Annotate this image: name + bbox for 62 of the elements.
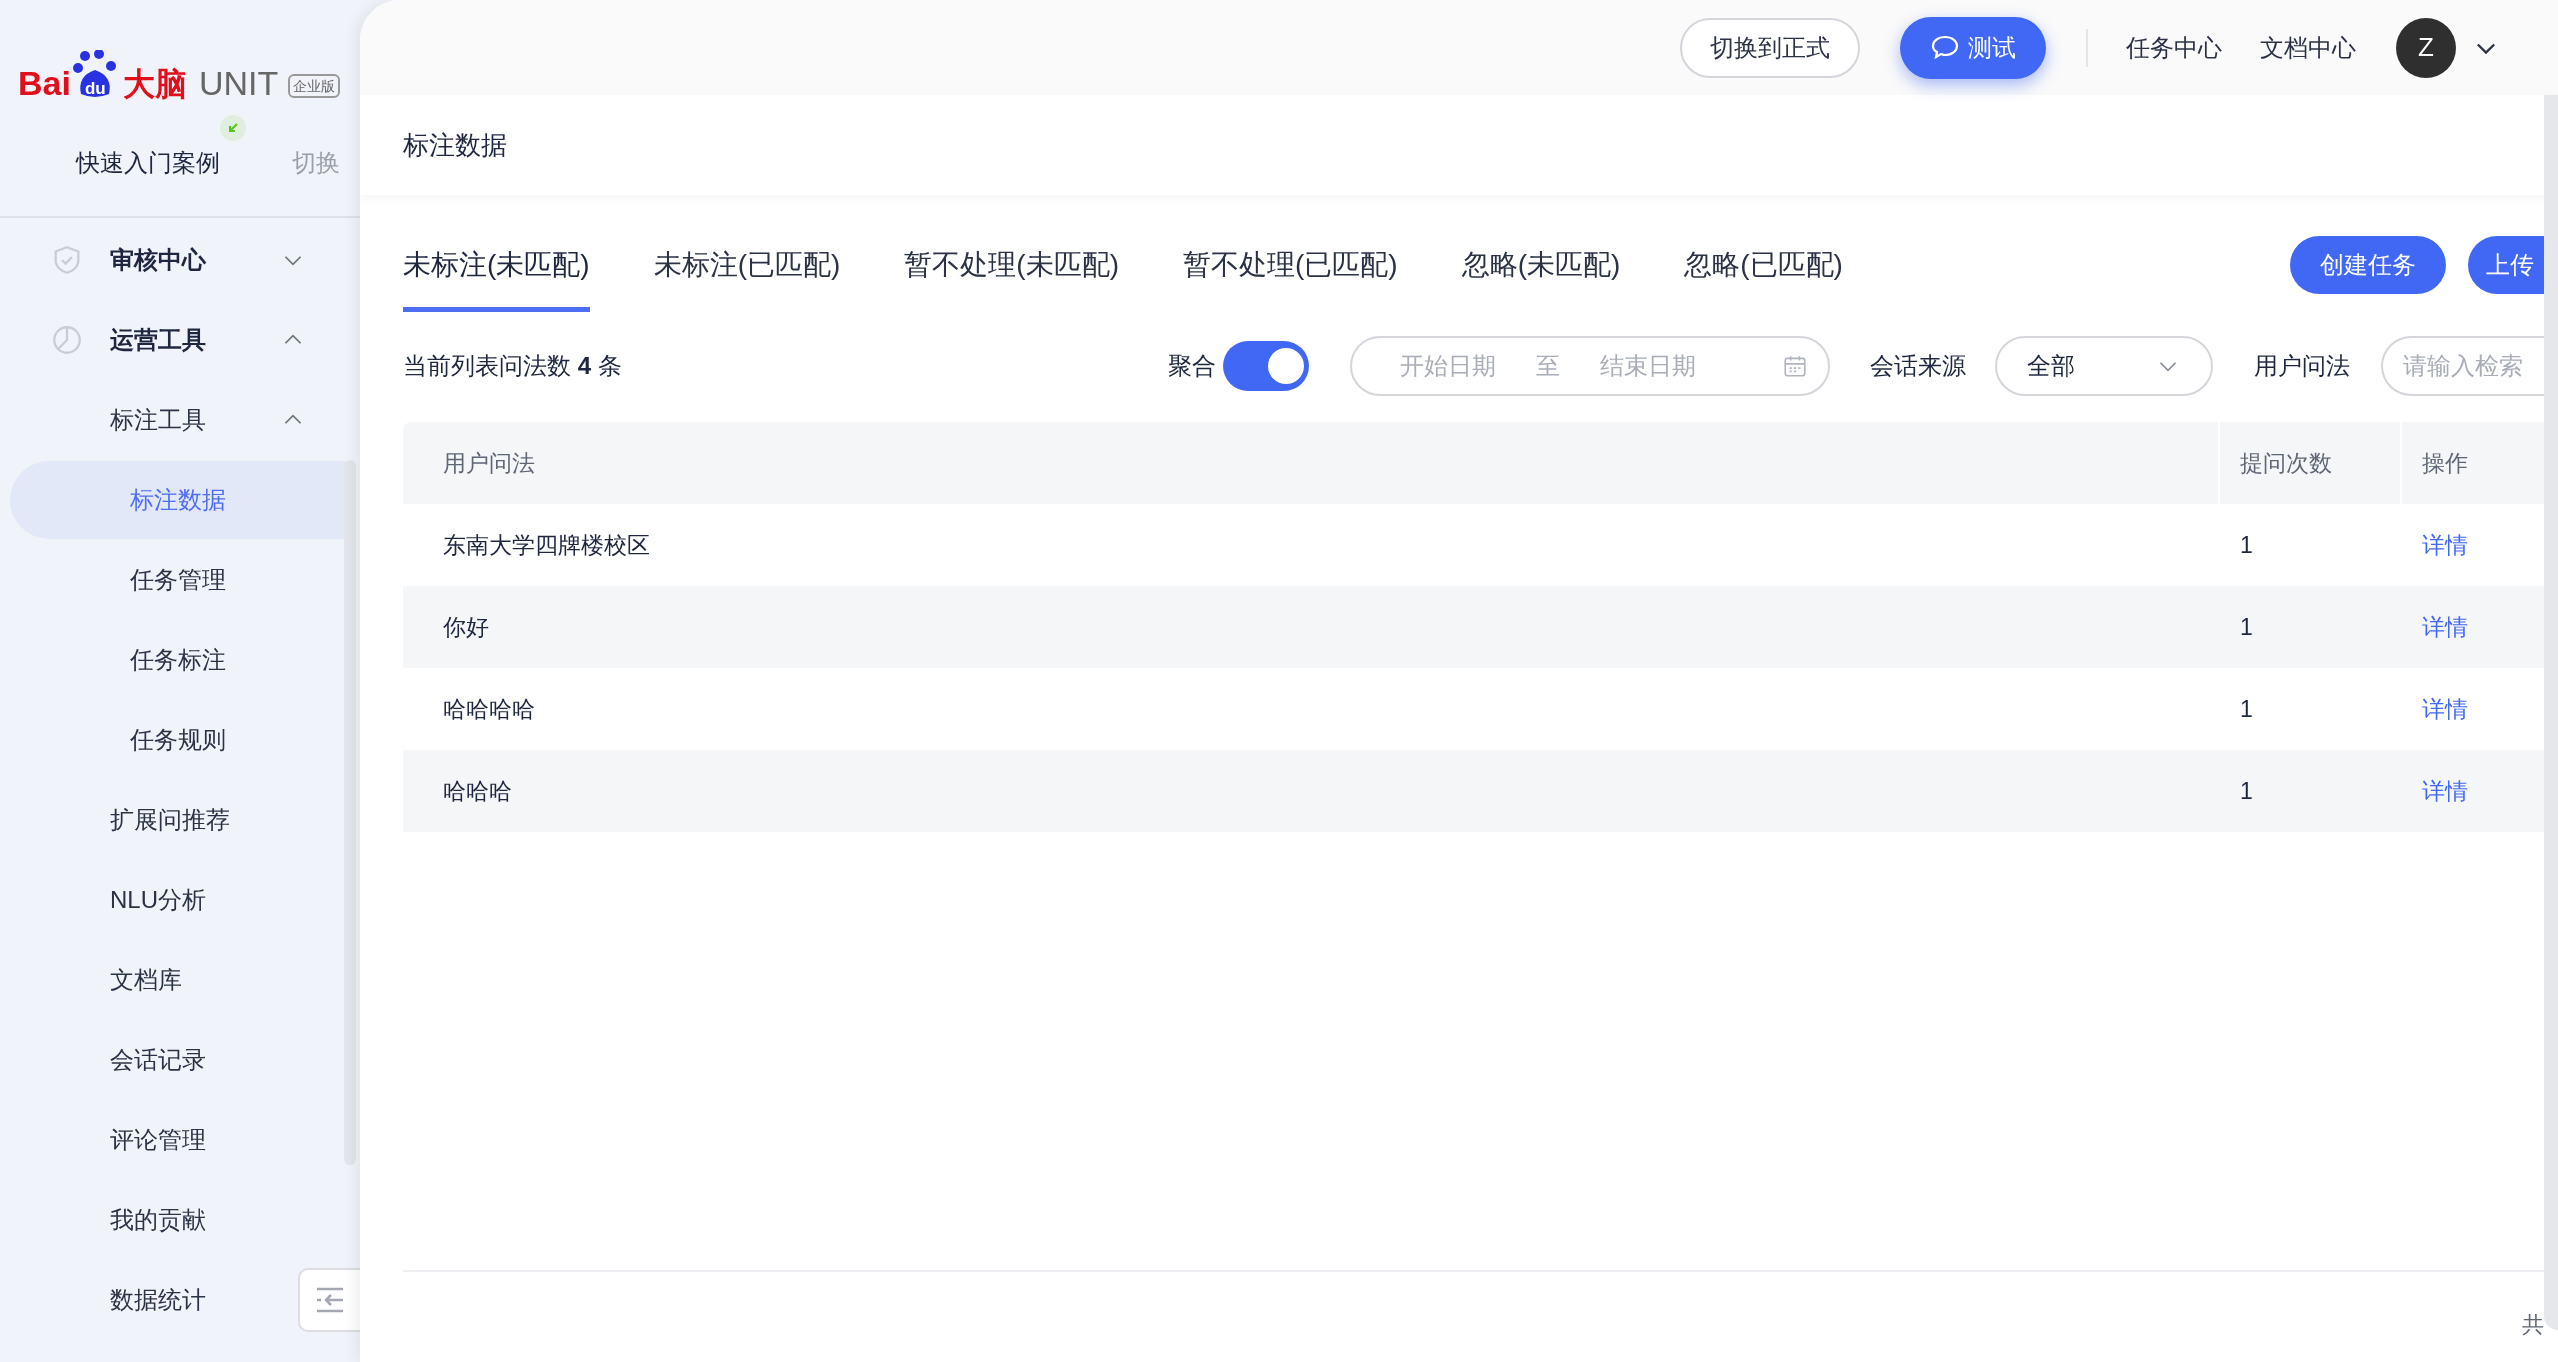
upload-button[interactable]: 上传 [2468, 236, 2544, 294]
menu-item[interactable]: NLU分析 [110, 882, 206, 918]
detail-link[interactable]: 详情 [2422, 773, 2468, 809]
query-search-field[interactable]: 请输入检索 [2381, 336, 2544, 396]
source-label: 会话来源 [1870, 351, 1966, 381]
scrollbar[interactable] [344, 460, 356, 1165]
test-button[interactable]: 测试 [1900, 16, 2046, 79]
total-label: 共 [2522, 1311, 2544, 1339]
create-task-button[interactable]: 创建任务 [2290, 236, 2446, 294]
menu-item[interactable]: 数据统计 [110, 1282, 206, 1318]
column-header: 用户问法 [442, 448, 536, 478]
chat-bubble-icon [1930, 33, 1960, 62]
tab[interactable]: 忽略(未匹配) [1461, 222, 1621, 312]
menu-item[interactable]: 审核中心 [110, 242, 206, 278]
menu-item[interactable]: 任务标注 [130, 642, 226, 678]
table-cell-text: 1 [2239, 694, 2254, 724]
menu-item[interactable]: 会话记录 [110, 1042, 206, 1078]
table-cell-text: 东南大学四牌楼校区 [442, 530, 651, 560]
tab[interactable]: 未标注(已匹配) [653, 222, 841, 312]
source-select[interactable]: 全部 [1995, 336, 2213, 396]
collapse-icon [315, 1286, 345, 1314]
nav-link[interactable]: 任务中心 [2126, 29, 2222, 66]
aggregate-label: 聚合 [1168, 351, 1216, 381]
table-cell-text: 1 [2239, 776, 2254, 806]
menu-item[interactable]: 文档库 [110, 962, 182, 998]
menu-item[interactable]: 任务规则 [130, 722, 226, 758]
tab[interactable]: 暂不处理(已匹配) [1182, 222, 1398, 312]
menu-item[interactable]: 标注工具 [110, 402, 206, 438]
logo-paw-text: du [84, 78, 106, 100]
detail-link[interactable]: 详情 [2422, 691, 2468, 727]
menu-item[interactable]: 扩展问推荐 [110, 802, 230, 838]
switch-to-production-button[interactable]: 切换到正式 [1680, 17, 1860, 78]
page-title: 标注数据 [403, 128, 507, 162]
logo-brand-cn: 大脑 [122, 68, 187, 100]
calendar-icon [1782, 353, 1808, 379]
table-cell-text: 你好 [442, 612, 490, 642]
tab[interactable]: 忽略(已匹配) [1684, 222, 1843, 312]
menu-item[interactable]: 我的贡献 [110, 1202, 206, 1238]
table-cell-text: 哈哈哈哈 [442, 694, 536, 724]
project-name: 快速入门案例 [76, 149, 220, 176]
menu-item[interactable]: 标注数据 [10, 461, 345, 539]
edition-badge: 企业版 [288, 74, 341, 98]
menu-item[interactable]: 运营工具 [110, 322, 206, 358]
scrollbar[interactable] [2544, 95, 2558, 1330]
menu-item[interactable]: 任务管理 [130, 562, 226, 598]
tab[interactable]: 未标注(未匹配) [403, 222, 590, 312]
collapse-sidebar-button[interactable] [298, 1268, 360, 1332]
aggregate-toggle[interactable] [1223, 341, 1309, 391]
menu-item[interactable]: 评论管理 [110, 1122, 206, 1158]
query-label: 用户问法 [2254, 351, 2350, 381]
table-cell-text: 哈哈哈 [442, 776, 513, 806]
nav-link[interactable]: 文档中心 [2260, 29, 2356, 66]
detail-link[interactable]: 详情 [2422, 609, 2468, 645]
tab[interactable]: 暂不处理(未匹配) [904, 222, 1119, 312]
table-cell-text: 1 [2239, 612, 2254, 642]
user-avatar[interactable]: Z [2396, 17, 2456, 78]
table-cell-text: 1 [2239, 530, 2254, 560]
list-count: 当前列表问法数 4 条 [403, 351, 622, 381]
logo-brand: Bai [18, 66, 71, 100]
pie-chart-icon [50, 323, 84, 357]
logo-product: UNIT [198, 66, 279, 100]
detail-link[interactable]: 详情 [2422, 527, 2468, 563]
